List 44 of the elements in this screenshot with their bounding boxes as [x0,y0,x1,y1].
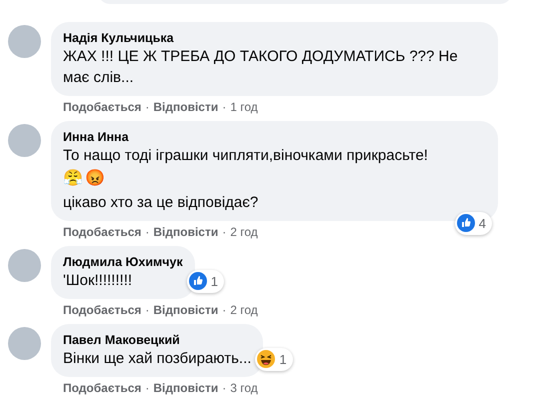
reaction-count: 1 [279,350,287,368]
reaction-count: 4 [478,214,486,232]
author-name[interactable]: Павел Маковецкий [63,332,252,348]
laughing-face-icon [257,350,276,368]
reply-link[interactable]: Відповісти [153,380,218,396]
separator-dot: · [222,380,226,396]
like-link[interactable]: Подобається [63,224,142,240]
avatar[interactable] [8,25,41,58]
reply-link[interactable]: Відповісти [153,302,218,318]
emoji: 😡 [85,169,105,189]
separator-dot: · [222,99,226,115]
reply-link[interactable]: Відповісти [153,224,218,240]
separator-dot: · [145,99,150,115]
like-link[interactable]: Подобається [63,380,142,396]
separator-dot: · [145,302,150,318]
avatar[interactable] [8,124,41,157]
avatar[interactable] [8,327,41,360]
comment-text: То нащо тоді іграшки чипляти,віночками прикрасьте! [63,146,429,166]
timestamp-link[interactable]: 3 год [230,380,258,396]
reply-link[interactable]: Відповісти [153,99,218,115]
author-name[interactable]: Людмила Юхимчук [63,254,183,270]
emoji: 😤 [63,169,83,189]
comment-text: 'Шок!!!!!!!!! [63,271,134,291]
author-name[interactable]: Инна Инна [63,129,486,145]
separator-dot: · [222,224,226,240]
separator-dot: · [145,224,150,240]
separator-dot: · [222,302,226,318]
avatar[interactable] [8,249,41,282]
comment-text: цікаво хто за це відповідає? [63,193,260,213]
separator-dot: · [145,380,150,396]
timestamp-link[interactable]: 2 год [230,224,258,240]
reaction-badge[interactable]: 4 [454,212,492,235]
comment-text: Вінки ще хай позбирають... [63,349,252,369]
timestamp-link[interactable]: 2 год [230,302,258,318]
thumbs-up-icon [456,214,475,232]
like-link[interactable]: Подобається [63,99,142,115]
timestamp-link[interactable]: 1 год [230,99,258,115]
comment-text: ЖАХ !!! ЦЕ Ж ТРЕБА ДО ТАКОГО ДОДУМАТИСЬ ??? Не має слів... [63,47,459,88]
reaction-badge[interactable]: 1 [186,270,224,293]
reaction-count: 1 [210,272,218,290]
like-link[interactable]: Подобається [63,302,142,318]
thumbs-up-icon [188,272,207,290]
author-name[interactable]: Надія Кульчицька [63,30,486,46]
reaction-badge[interactable]: 1 [255,348,293,371]
